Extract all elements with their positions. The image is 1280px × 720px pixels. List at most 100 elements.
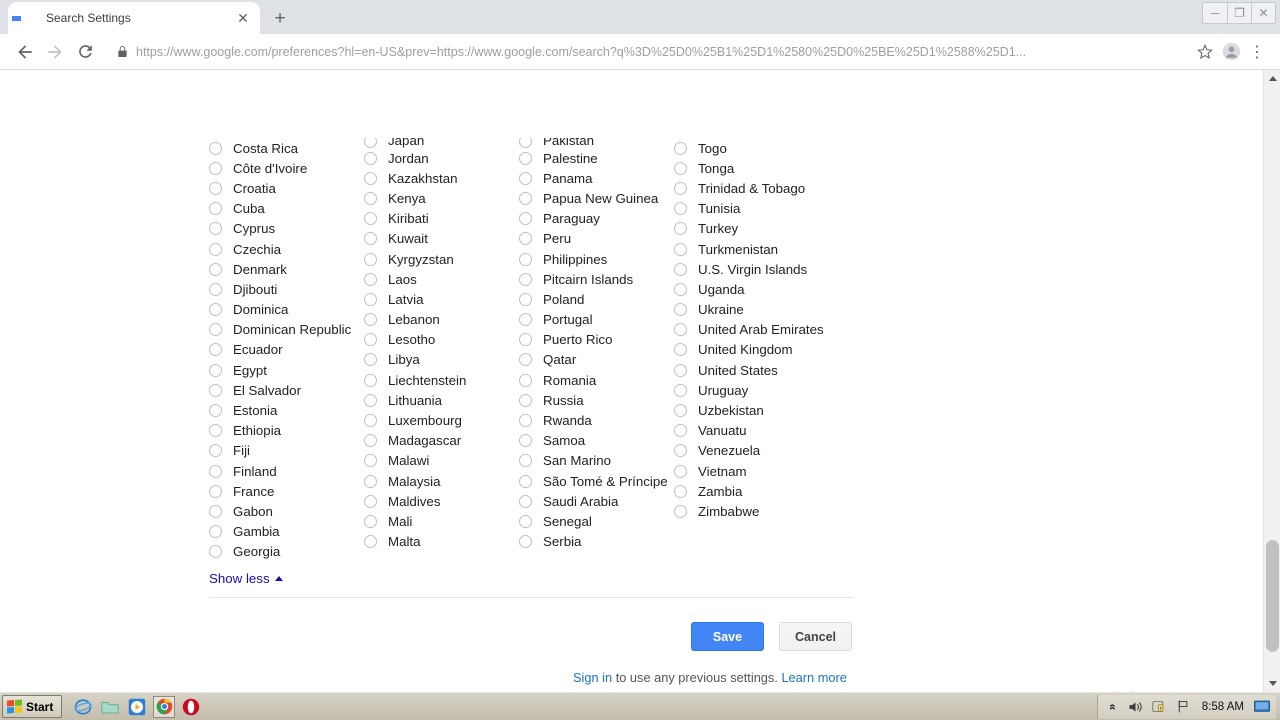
radio-icon[interactable]	[674, 464, 687, 478]
country-option[interactable]: Portugal	[519, 310, 674, 330]
country-option[interactable]: Kuwait	[364, 229, 519, 249]
radio-icon[interactable]	[364, 333, 377, 347]
radio-icon[interactable]	[519, 333, 532, 347]
radio-icon[interactable]	[364, 138, 377, 148]
country-option[interactable]: Latvia	[364, 289, 519, 309]
radio-icon[interactable]	[519, 353, 532, 367]
country-option[interactable]: Uruguay	[674, 380, 853, 400]
radio-icon[interactable]	[209, 303, 222, 317]
country-option[interactable]: France	[209, 481, 364, 501]
radio-icon[interactable]	[209, 202, 222, 216]
forward-icon[interactable]	[40, 37, 70, 67]
radio-icon[interactable]	[364, 313, 377, 327]
radio-icon[interactable]	[209, 141, 222, 155]
radio-icon[interactable]	[519, 414, 532, 428]
country-option[interactable]: Tunisia	[674, 199, 853, 219]
country-option[interactable]: Egypt	[209, 360, 364, 380]
radio-icon[interactable]	[364, 252, 377, 266]
country-option[interactable]: Dominican Republic	[209, 320, 364, 340]
country-option[interactable]: Zambia	[674, 481, 853, 501]
radio-icon[interactable]	[209, 262, 222, 276]
country-option[interactable]: Philippines	[519, 249, 674, 269]
radio-icon[interactable]	[674, 424, 687, 438]
media-player-icon[interactable]	[126, 696, 148, 718]
country-option[interactable]: Ukraine	[674, 300, 853, 320]
close-window-icon[interactable]: ✕	[1251, 3, 1275, 23]
radio-icon[interactable]	[364, 514, 377, 528]
profile-avatar-icon[interactable]	[1218, 39, 1244, 65]
radio-icon[interactable]	[209, 181, 222, 195]
radio-icon[interactable]	[209, 363, 222, 377]
country-option[interactable]: United Arab Emirates	[674, 320, 853, 340]
network-flag-icon[interactable]	[1176, 699, 1192, 715]
country-option[interactable]: Madagascar	[364, 431, 519, 451]
browser-menu-icon[interactable]: ⋮	[1244, 39, 1270, 65]
sign-in-link[interactable]: Sign in	[573, 670, 612, 685]
radio-icon[interactable]	[674, 161, 687, 175]
country-option[interactable]: Fiji	[209, 441, 364, 461]
radio-icon[interactable]	[519, 171, 532, 185]
country-option[interactable]: Peru	[519, 229, 674, 249]
radio-icon[interactable]	[209, 484, 222, 498]
browser-tab[interactable]: Search Settings ✕	[8, 2, 260, 34]
country-option[interactable]: United Kingdom	[674, 340, 853, 360]
country-option[interactable]: Liechtenstein	[364, 370, 519, 390]
radio-icon[interactable]	[674, 383, 687, 397]
chrome-icon[interactable]	[153, 695, 176, 718]
radio-icon[interactable]	[209, 525, 222, 539]
country-option[interactable]: Vietnam	[674, 461, 853, 481]
internet-explorer-icon[interactable]	[72, 696, 94, 718]
radio-icon[interactable]	[364, 454, 377, 468]
country-option[interactable]: Croatia	[209, 178, 364, 198]
radio-icon[interactable]	[674, 181, 687, 195]
country-option[interactable]: Paraguay	[519, 209, 674, 229]
country-option[interactable]: Tonga	[674, 158, 853, 178]
radio-icon[interactable]	[674, 404, 687, 418]
radio-icon[interactable]	[674, 303, 687, 317]
country-option[interactable]: Turkey	[674, 219, 853, 239]
country-option[interactable]: Uganda	[674, 279, 853, 299]
restore-icon[interactable]: ❐	[1227, 3, 1251, 23]
country-option[interactable]: Mali	[364, 511, 519, 531]
radio-icon[interactable]	[364, 353, 377, 367]
country-option[interactable]: Zimbabwe	[674, 501, 853, 521]
country-option[interactable]: Saudi Arabia	[519, 491, 674, 511]
country-option[interactable]: Finland	[209, 461, 364, 481]
radio-icon[interactable]	[209, 323, 222, 337]
reload-icon[interactable]	[70, 37, 100, 67]
radio-icon[interactable]	[674, 262, 687, 276]
country-option[interactable]: Dominica	[209, 300, 364, 320]
monitor-icon[interactable]	[1254, 699, 1270, 715]
country-option[interactable]: Kazakhstan	[364, 168, 519, 188]
country-option[interactable]: Turkmenistan	[674, 239, 853, 259]
radio-icon[interactable]	[519, 514, 532, 528]
radio-icon[interactable]	[519, 151, 532, 165]
learn-more-link[interactable]: Learn more	[781, 670, 846, 685]
radio-icon[interactable]	[209, 383, 222, 397]
save-button[interactable]: Save	[691, 622, 764, 651]
radio-icon[interactable]	[364, 232, 377, 246]
country-option[interactable]: United States	[674, 360, 853, 380]
radio-icon[interactable]	[519, 232, 532, 246]
volume-icon[interactable]	[1128, 699, 1144, 715]
radio-icon[interactable]	[674, 363, 687, 377]
close-icon[interactable]: ✕	[234, 9, 252, 27]
radio-icon[interactable]	[674, 504, 687, 518]
country-option[interactable]: Gabon	[209, 501, 364, 521]
radio-icon[interactable]	[364, 393, 377, 407]
country-option[interactable]: Togo	[674, 138, 853, 158]
country-option[interactable]: Romania	[519, 370, 674, 390]
vertical-scrollbar[interactable]	[1263, 70, 1280, 692]
country-option[interactable]: Venezuela	[674, 441, 853, 461]
radio-icon[interactable]	[519, 373, 532, 387]
country-option[interactable]: Panama	[519, 168, 674, 188]
scrollbar-thumb[interactable]	[1266, 540, 1279, 652]
country-option[interactable]: Poland	[519, 289, 674, 309]
radio-icon[interactable]	[209, 444, 222, 458]
radio-icon[interactable]	[364, 272, 377, 286]
scroll-up-icon[interactable]	[1264, 70, 1280, 87]
country-option[interactable]: San Marino	[519, 451, 674, 471]
radio-icon[interactable]	[674, 484, 687, 498]
country-option[interactable]: Maldives	[364, 491, 519, 511]
radio-icon[interactable]	[519, 454, 532, 468]
